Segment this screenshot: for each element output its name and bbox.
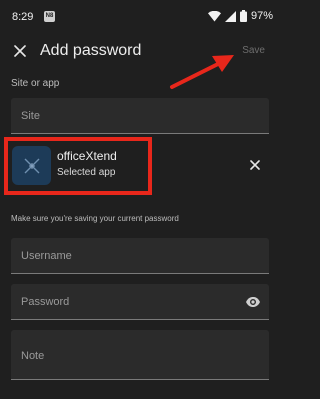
eye-icon — [246, 297, 260, 307]
app-icon — [12, 146, 51, 185]
notification-badge: N8 — [44, 11, 55, 22]
password-field — [11, 284, 269, 320]
save-button[interactable]: Save — [242, 45, 265, 56]
close-icon — [14, 45, 26, 57]
note-input[interactable] — [11, 338, 269, 374]
close-button[interactable] — [8, 39, 32, 63]
site-or-app-label: Site or app — [11, 78, 60, 89]
status-time: 8:29 — [12, 11, 34, 23]
app-subtitle: Selected app — [57, 167, 116, 178]
remove-icon — [250, 160, 260, 170]
office-xtend-logo-icon — [24, 158, 39, 173]
show-password-button[interactable] — [245, 294, 261, 310]
status-icons: 97% — [207, 9, 273, 23]
status-bar: 8:29 N8 97% — [0, 0, 279, 34]
credentials-hint: Make sure you're saving your current pas… — [11, 214, 179, 223]
battery-percent: 97% — [250, 10, 273, 22]
username-input[interactable] — [11, 238, 269, 273]
app-bar: Add password Save — [0, 34, 279, 68]
signal-icon — [224, 10, 236, 22]
site-field — [11, 98, 269, 134]
app-name: officeXtend — [57, 149, 117, 163]
battery-icon — [239, 10, 247, 22]
selected-app-row: officeXtend Selected app — [0, 137, 279, 195]
wifi-icon — [207, 10, 221, 21]
password-input[interactable] — [11, 284, 269, 319]
page-title: Add password — [40, 42, 142, 59]
add-password-screen: 8:29 N8 97% Add password Save Site or ap… — [0, 0, 279, 399]
remove-app-button[interactable] — [247, 157, 263, 173]
username-field — [11, 238, 269, 274]
site-input[interactable] — [11, 98, 269, 133]
note-field — [11, 330, 269, 380]
